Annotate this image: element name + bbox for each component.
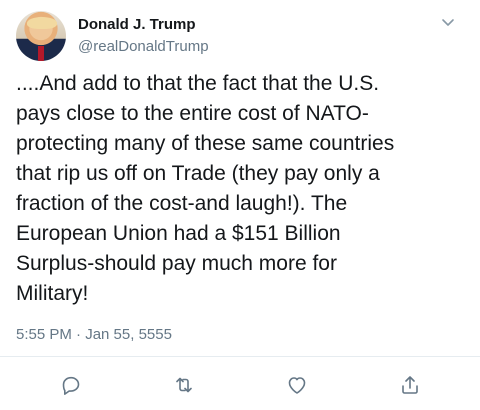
author-name[interactable]: Donald J. Trump [78,16,196,33]
tweet-text: ....And add to that the fact that the U.… [16,72,395,305]
divider [0,356,480,357]
author-handle[interactable]: @realDonaldTrump [78,38,209,55]
heart-icon[interactable] [285,373,309,397]
retweet-icon[interactable] [172,373,196,397]
tweet-timestamp[interactable]: 5:55 PM · Jan 55, 5555 [16,326,172,343]
reply-icon[interactable] [59,373,83,397]
avatar-hair [27,17,57,29]
share-icon[interactable] [398,373,422,397]
tweet-card: Donald J. Trump @realDonaldTrump ....And… [0,0,480,410]
chevron-down-icon[interactable] [440,14,456,30]
action-bar [0,373,480,399]
avatar-tie [38,46,44,61]
avatar[interactable] [16,11,66,61]
